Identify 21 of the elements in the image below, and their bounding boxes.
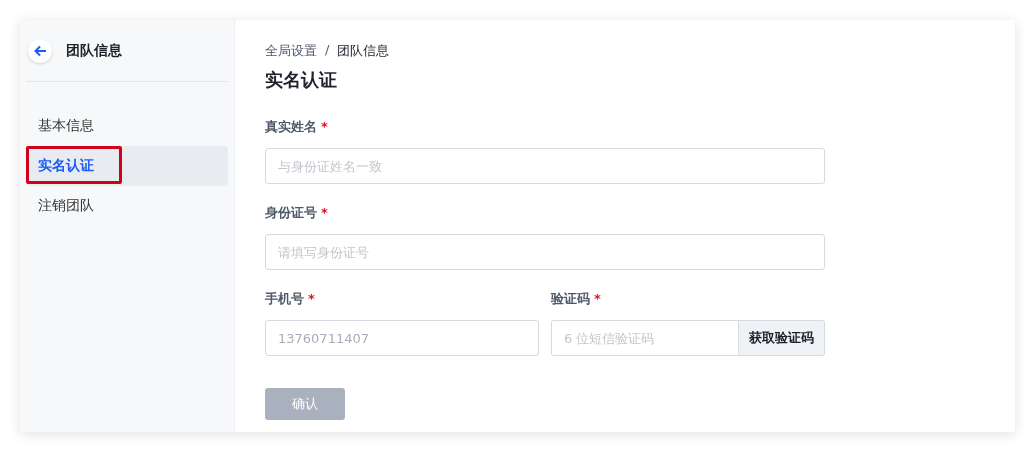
back-arrow-icon — [33, 44, 47, 57]
breadcrumb-separator: / — [325, 42, 330, 59]
get-code-button[interactable]: 获取验证码 — [738, 321, 824, 355]
input-field[interactable]: 6 位短信验证码 获取验证码 — [551, 320, 825, 356]
input-field[interactable]: 请填写身份证号 — [265, 234, 825, 270]
required-mark: * — [308, 291, 315, 306]
required-mark: * — [321, 205, 328, 220]
breadcrumb-link[interactable]: 团队信息 — [337, 42, 390, 60]
field-label: 验证码 — [551, 291, 590, 306]
sidebar-item[interactable]: 注销团队 — [26, 186, 228, 226]
required-mark: * — [594, 291, 601, 306]
page-title: 实名认证 — [265, 68, 338, 92]
field-label: 身份证号 — [265, 205, 317, 220]
field-label: 真实姓名 — [265, 119, 317, 134]
sidebar-title: 团队信息 — [66, 41, 122, 60]
breadcrumb-link[interactable]: 全局设置 — [265, 42, 317, 60]
back-button[interactable] — [28, 38, 52, 63]
sidebar-item[interactable]: 实名认证 — [26, 146, 228, 186]
required-mark: * — [321, 119, 328, 134]
field-label: 手机号 — [265, 291, 304, 306]
sidebar-item[interactable]: 基本信息 — [26, 106, 228, 146]
